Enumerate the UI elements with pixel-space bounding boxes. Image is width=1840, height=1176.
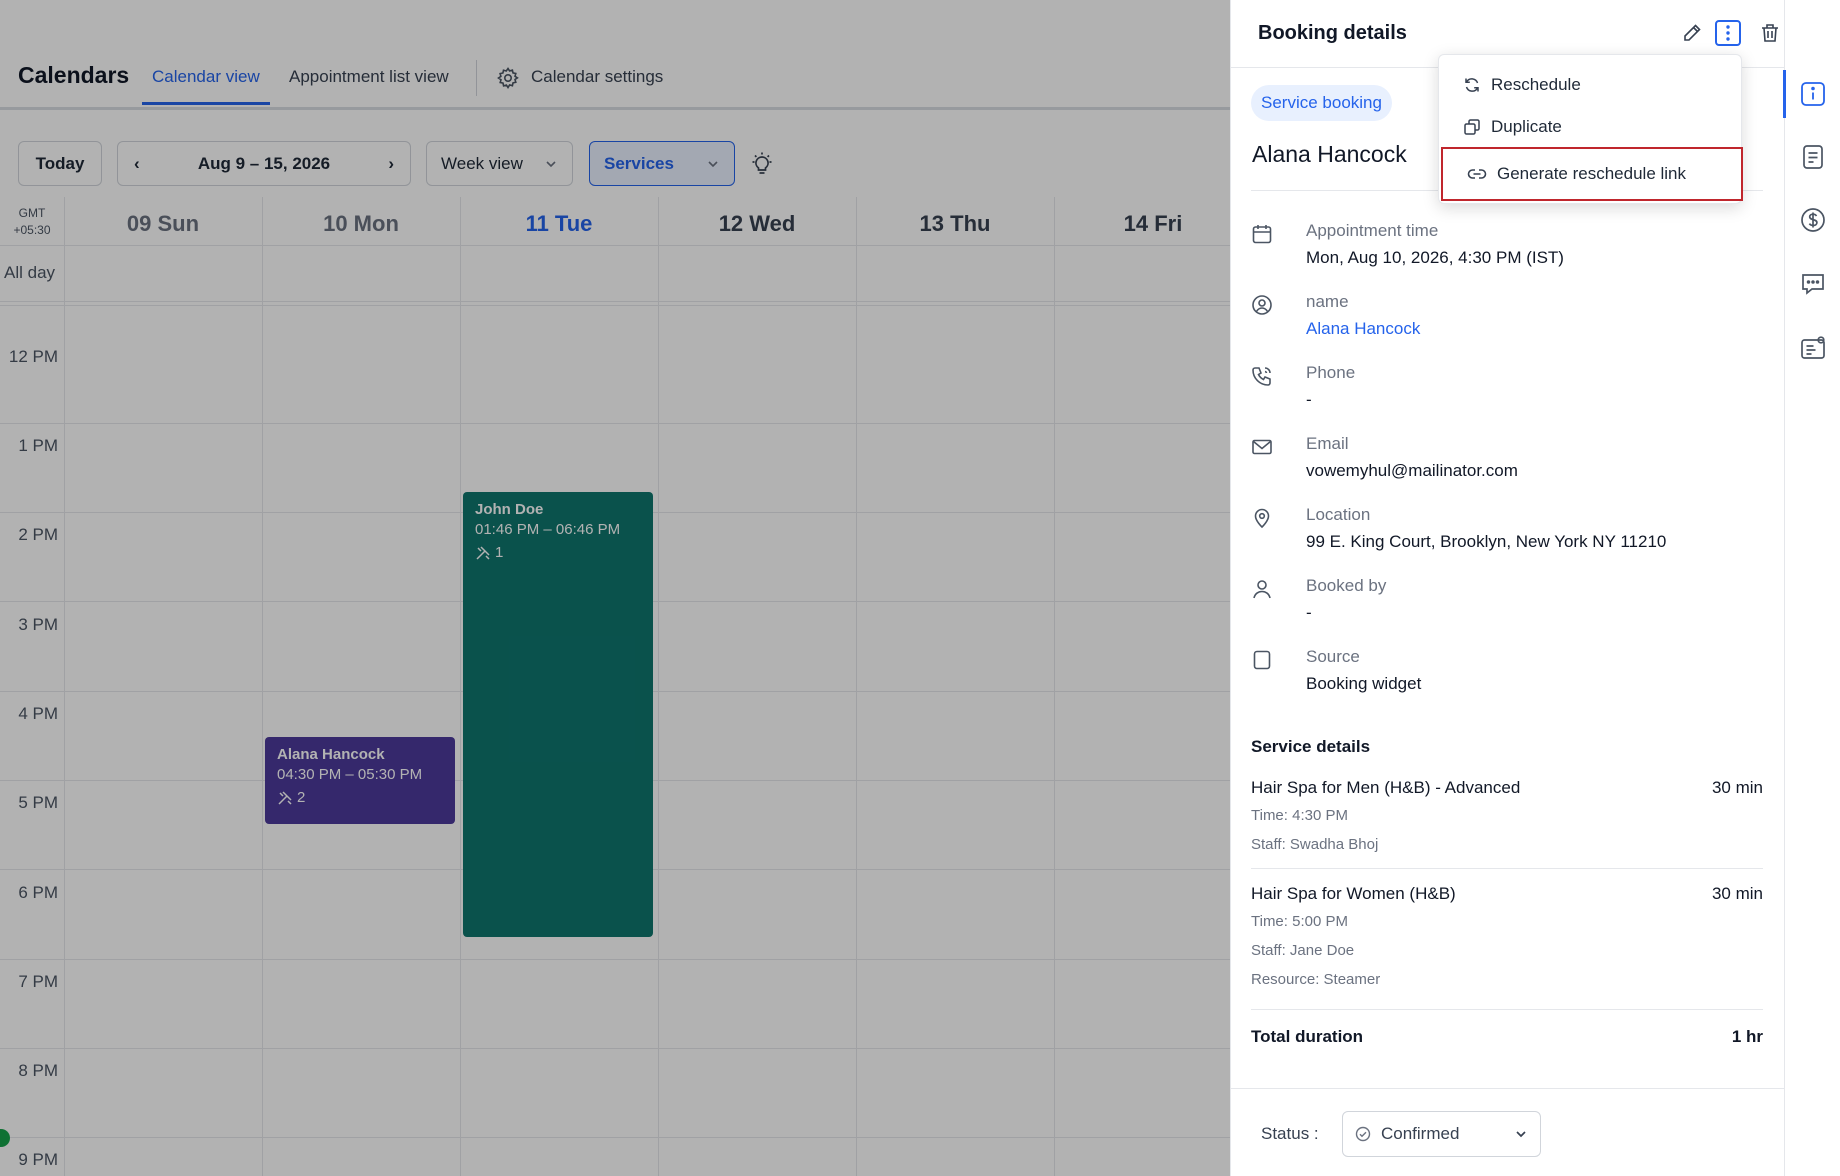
field-value: vowemyhul@mailinator.com xyxy=(1306,461,1518,480)
service-name: Hair Spa for Women (H&B) xyxy=(1251,884,1456,903)
rail-active-indicator xyxy=(1783,70,1786,118)
service-time: Time: 5:00 PM xyxy=(1251,913,1348,930)
check-circle-icon xyxy=(1355,1126,1371,1142)
service-duration: 30 min xyxy=(1711,778,1763,797)
service-name: Hair Spa for Men (H&B) - Advanced xyxy=(1251,778,1521,797)
notes-icon[interactable] xyxy=(1799,143,1827,171)
menu-item-label: Generate reschedule link xyxy=(1497,164,1687,183)
side-rail xyxy=(1783,0,1840,1176)
trash-icon xyxy=(1762,24,1778,42)
service-resource: Resource: Steamer xyxy=(1251,971,1381,988)
field-label: Source xyxy=(1306,647,1360,666)
square-icon xyxy=(1253,650,1271,670)
customer-name: Alana Hancock xyxy=(1252,141,1407,167)
user-icon xyxy=(1253,580,1271,599)
dollar-icon[interactable] xyxy=(1799,206,1827,234)
service-time: Time: 4:30 PM xyxy=(1251,807,1348,824)
divider xyxy=(1231,1088,1785,1089)
copy-icon xyxy=(1464,119,1480,135)
service-staff: Staff: Jane Doe xyxy=(1251,942,1355,959)
phone-icon xyxy=(1252,367,1271,386)
map-pin-icon xyxy=(1254,508,1270,529)
field-label: name xyxy=(1306,292,1349,311)
field-value: - xyxy=(1306,390,1312,409)
field-label: Appointment time xyxy=(1306,221,1439,240)
customer-link[interactable]: Alana Hancock xyxy=(1306,319,1420,339)
status-label: Status : xyxy=(1261,1124,1319,1143)
menu-item-reschedule[interactable]: Reschedule xyxy=(1439,64,1743,106)
mail-icon xyxy=(1252,439,1272,455)
field-value: Mon, Aug 10, 2026, 4:30 PM (IST) xyxy=(1306,248,1564,267)
edit-button[interactable] xyxy=(1677,18,1707,48)
modal-backdrop[interactable] xyxy=(0,0,1230,1176)
panel-title: Booking details xyxy=(1258,22,1407,44)
field-value: 99 E. King Court, Brooklyn, New York NY … xyxy=(1306,532,1667,551)
delete-button[interactable] xyxy=(1755,18,1785,48)
status-value: Confirmed xyxy=(1381,1124,1460,1143)
booking-type-badge: Service booking xyxy=(1251,85,1392,121)
service-details-title: Service details xyxy=(1251,737,1371,756)
info-icon[interactable] xyxy=(1799,80,1827,108)
field-label: Location xyxy=(1306,505,1371,524)
menu-item-label: Reschedule xyxy=(1491,75,1581,94)
chevron-down-icon xyxy=(1516,1131,1526,1138)
field-value: - xyxy=(1306,603,1312,622)
more-options-menu: Reschedule Duplicate Generate reschedule… xyxy=(1438,54,1743,204)
field-value: Booking widget xyxy=(1306,674,1422,693)
divider xyxy=(1251,1009,1763,1010)
more-vertical-icon xyxy=(1726,25,1730,41)
menu-item-generate-reschedule-link[interactable]: Generate reschedule link xyxy=(1441,147,1743,201)
field-label: Phone xyxy=(1306,363,1356,382)
divider xyxy=(1251,868,1763,869)
total-duration-label: Total duration xyxy=(1251,1027,1364,1046)
pencil-icon xyxy=(1684,24,1701,41)
more-options-button[interactable] xyxy=(1715,20,1741,46)
chat-icon[interactable] xyxy=(1799,270,1827,298)
status-select[interactable]: Confirmed xyxy=(1342,1111,1541,1157)
service-duration: 30 min xyxy=(1711,884,1763,903)
menu-item-duplicate[interactable]: Duplicate xyxy=(1439,106,1743,148)
total-duration-row: Total duration 1 hr xyxy=(1251,1027,1763,1047)
calendar-icon xyxy=(1252,225,1272,244)
link-icon xyxy=(1467,169,1487,179)
field-label: Email xyxy=(1306,434,1349,453)
service-staff: Staff: Swadha Bhoj xyxy=(1251,836,1379,853)
refresh-icon xyxy=(1465,78,1479,92)
user-circle-icon xyxy=(1252,295,1272,315)
field-label: Booked by xyxy=(1306,576,1387,595)
menu-item-label: Duplicate xyxy=(1491,117,1562,136)
contact-card-icon[interactable] xyxy=(1799,334,1827,362)
calendar-page: Calendars Calendar view Appointment list… xyxy=(0,0,1230,1176)
total-duration-value: 1 hr xyxy=(1731,1027,1763,1046)
